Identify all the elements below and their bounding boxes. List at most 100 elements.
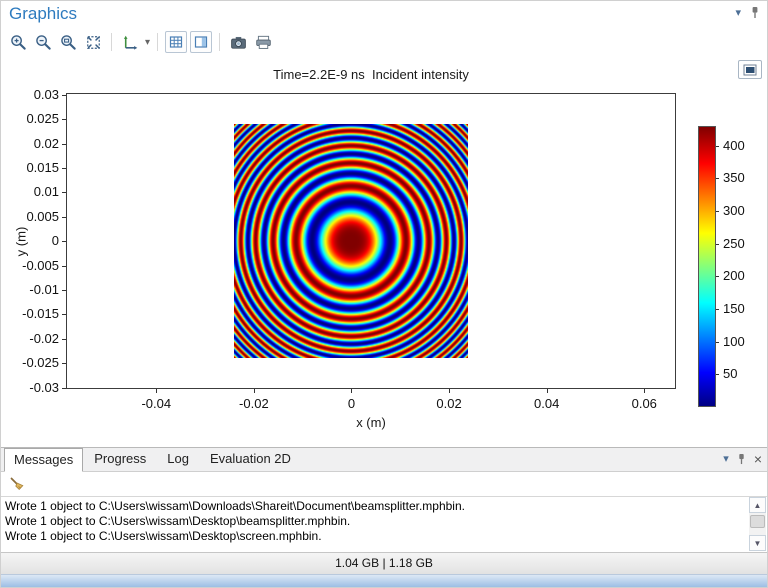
default-view-button[interactable] (119, 31, 141, 53)
panel-header: Graphics ▾ (1, 1, 767, 29)
view-dropdown-icon[interactable]: ▾ (145, 37, 150, 48)
colorbar-tick (716, 178, 719, 179)
y-tick-label: 0.025 (14, 111, 59, 126)
x-tick (254, 389, 255, 393)
y-tick-label: 0.005 (14, 209, 59, 224)
message-list: Wrote 1 object to C:\Users\wissam\Downlo… (1, 496, 767, 552)
zoom-out-icon (35, 34, 52, 51)
memory-usage: 1.04 GB | 1.18 GB (335, 556, 433, 570)
colorbar-tick (716, 374, 719, 375)
colorbar-tick (716, 211, 719, 212)
colorbar-tick-label: 150 (723, 301, 763, 316)
colorbar-tick (716, 146, 719, 147)
zoom-box-button[interactable] (57, 31, 79, 53)
status-bar: 1.04 GB | 1.18 GB (1, 552, 767, 574)
image-snapshot-button[interactable] (227, 31, 249, 53)
colorbar-tick-label: 50 (723, 366, 763, 381)
y-tick (62, 314, 66, 315)
x-tick (644, 389, 645, 393)
messages-toolbar (1, 472, 767, 496)
broom-icon (9, 476, 25, 492)
y-tick-label: 0.015 (14, 160, 59, 175)
tab-evaluation-2d[interactable]: Evaluation 2D (200, 447, 301, 471)
y-tick-label: -0.03 (14, 380, 59, 395)
message-line: Wrote 1 object to C:\Users\wissam\Deskto… (5, 529, 767, 544)
y-tick (62, 168, 66, 169)
x-tick-label: 0 (321, 396, 381, 411)
y-tick-label: -0.02 (14, 331, 59, 346)
tab-log[interactable]: Log (157, 447, 199, 471)
y-tick (62, 95, 66, 96)
close-icon[interactable]: × (754, 453, 762, 465)
message-line: Wrote 1 object to C:\Users\wissam\Deskto… (5, 514, 767, 529)
x-tick (449, 389, 450, 393)
messages-tab-bar: Messages Progress Log Evaluation 2D ▾ × (1, 448, 767, 472)
chevron-down-icon[interactable]: ▾ (735, 6, 741, 19)
scroll-down-icon[interactable]: ▼ (749, 535, 766, 551)
colorbar-tick-label: 200 (723, 268, 763, 283)
zoom-extents-button[interactable] (82, 31, 104, 53)
plot-title: Time=2.2E-9 ns Incident intensity (66, 67, 676, 82)
pin-icon[interactable] (749, 6, 761, 19)
chevron-down-icon[interactable]: ▾ (723, 452, 729, 465)
clear-messages-button[interactable] (6, 473, 28, 495)
colorbar-tick-label: 250 (723, 236, 763, 251)
colorbar (698, 126, 716, 407)
pin-icon[interactable] (736, 453, 747, 465)
zoom-in-button[interactable] (7, 31, 29, 53)
y-tick-label: -0.005 (14, 258, 59, 273)
x-tick-label: -0.02 (224, 396, 284, 411)
camera-icon (230, 34, 247, 51)
zoom-out-button[interactable] (32, 31, 54, 53)
zoom-in-icon (10, 34, 27, 51)
plot-window-button[interactable] (738, 60, 762, 79)
plot-window-icon (743, 64, 757, 76)
surface-plot[interactable] (234, 124, 468, 358)
y-tick-label: 0 (14, 233, 59, 248)
print-button[interactable] (252, 31, 274, 53)
panel-title: Graphics (9, 4, 77, 24)
x-tick-label: 0.04 (517, 396, 577, 411)
colorbar-tick (716, 276, 719, 277)
y-tick (62, 290, 66, 291)
x-tick (547, 389, 548, 393)
y-tick (62, 144, 66, 145)
y-tick-label: 0.01 (14, 184, 59, 199)
toolbar-separator (111, 33, 112, 51)
zoom-box-icon (60, 34, 77, 51)
tab-messages[interactable]: Messages (4, 448, 83, 472)
zoom-extents-icon (85, 34, 102, 51)
y-tick (62, 119, 66, 120)
legends-icon (193, 34, 209, 50)
x-tick (351, 389, 352, 393)
y-tick-label: -0.015 (14, 306, 59, 321)
y-tick (62, 217, 66, 218)
colorbar-tick-label: 100 (723, 334, 763, 349)
y-tick (62, 192, 66, 193)
progress-strip (1, 574, 767, 588)
show-grid-button[interactable] (165, 31, 187, 53)
message-line: Wrote 1 object to C:\Users\wissam\Downlo… (5, 499, 767, 514)
toolbar-separator (157, 33, 158, 51)
x-axis-label: x (m) (66, 415, 676, 430)
graphics-toolbar: ▾ (1, 29, 767, 55)
tab-progress[interactable]: Progress (84, 447, 156, 471)
colorbar-tick-label: 350 (723, 170, 763, 185)
grid-icon (168, 34, 184, 50)
x-tick-label: 0.06 (614, 396, 674, 411)
y-tick (62, 266, 66, 267)
y-tick (62, 388, 66, 389)
y-tick-label: -0.025 (14, 355, 59, 370)
graphics-window: Graphics ▾ (0, 0, 768, 588)
colorbar-tick-label: 300 (723, 203, 763, 218)
message-scrollbar[interactable]: ▲ ▼ (749, 497, 766, 551)
colorbar-tick (716, 309, 719, 310)
scroll-up-icon[interactable]: ▲ (749, 497, 766, 513)
x-tick-label: -0.04 (126, 396, 186, 411)
axis-orientation-icon (122, 34, 139, 51)
show-legends-button[interactable] (190, 31, 212, 53)
scrollbar-thumb[interactable] (750, 515, 765, 528)
y-tick (62, 339, 66, 340)
y-tick-label: 0.02 (14, 136, 59, 151)
x-tick (156, 389, 157, 393)
